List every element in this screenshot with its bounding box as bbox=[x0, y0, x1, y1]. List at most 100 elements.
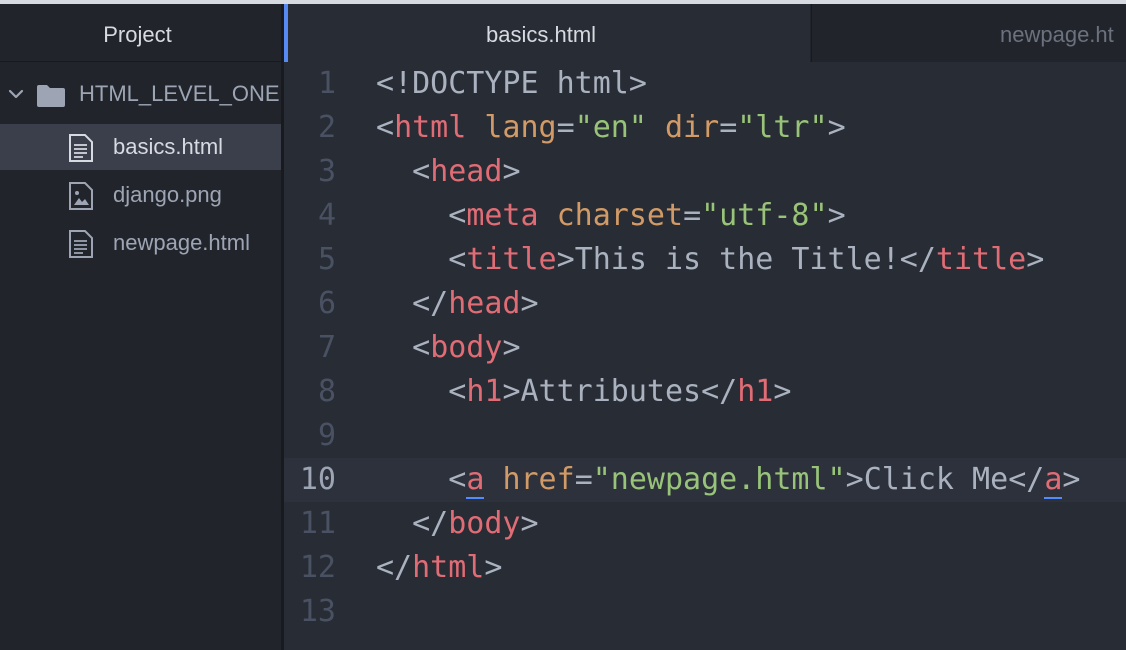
code-line[interactable]: 12 </html> bbox=[284, 546, 1126, 590]
code-string: "newpage.html" bbox=[592, 462, 846, 497]
tree-root-folder[interactable]: HTML_LEVEL_ONE bbox=[0, 72, 281, 116]
file-item[interactable]: django.png bbox=[0, 172, 281, 218]
code-punctuation: < bbox=[376, 66, 395, 101]
code-tag-name: meta bbox=[466, 198, 539, 233]
code-line[interactable]: 7 <body> bbox=[284, 326, 1126, 370]
code-punctuation: > bbox=[520, 506, 539, 541]
code-punctuation: </ bbox=[1008, 462, 1045, 497]
code-punctuation: </ bbox=[899, 242, 936, 277]
code-punctuation: > bbox=[845, 462, 864, 497]
code-content: <head> bbox=[376, 154, 520, 189]
file-label: django.png bbox=[113, 182, 222, 207]
code-punctuation: < bbox=[376, 330, 431, 365]
line-number: 10 bbox=[299, 462, 336, 497]
code-content: </body> bbox=[376, 506, 539, 541]
code-line[interactable]: 6 </head> bbox=[284, 282, 1126, 326]
code-punctuation: </ bbox=[701, 374, 738, 409]
line-number: 3 bbox=[317, 154, 336, 189]
code-tag-name: html bbox=[394, 110, 467, 145]
code-content: <a href="newpage.html">Click Me</a> bbox=[376, 462, 1081, 499]
code-punctuation: > bbox=[773, 374, 792, 409]
code-attribute: href bbox=[502, 462, 575, 497]
code-attribute: dir bbox=[665, 110, 720, 145]
code-punctuation: = bbox=[683, 198, 702, 233]
line-number: 4 bbox=[317, 198, 336, 233]
code-punctuation: = bbox=[719, 110, 738, 145]
code-tag-name: title bbox=[466, 242, 557, 277]
line-number: 11 bbox=[299, 506, 336, 541]
file-label: newpage.html bbox=[113, 230, 250, 255]
code-line[interactable]: 3 <head> bbox=[284, 150, 1126, 194]
code-punctuation: > bbox=[628, 66, 647, 101]
code-line[interactable]: 4 <meta charset="utf-8"> bbox=[284, 194, 1126, 238]
code-line[interactable]: 8 <h1>Attributes</h1> bbox=[284, 370, 1126, 414]
code-punctuation bbox=[484, 462, 502, 497]
code-line[interactable]: 10 <a href="newpage.html">Click Me</a> bbox=[284, 458, 1126, 502]
line-number: 9 bbox=[317, 418, 336, 453]
code-punctuation bbox=[539, 198, 557, 233]
code-tag-name: html bbox=[412, 550, 485, 585]
code-line[interactable]: 2 <html lang="en" dir="ltr"> bbox=[284, 106, 1126, 150]
code-punctuation: > bbox=[484, 550, 503, 585]
code-content: <title>This is the Title!</title> bbox=[376, 242, 1044, 277]
code-line[interactable]: 5 <title>This is the Title!</title> bbox=[284, 238, 1126, 282]
code-punctuation: < bbox=[376, 374, 467, 409]
file-item[interactable]: newpage.html bbox=[0, 220, 281, 266]
code-punctuation: > bbox=[556, 242, 575, 277]
code-line[interactable]: 1 <!DOCTYPE html> bbox=[284, 62, 1126, 106]
tab-basics-html[interactable]: basics.html bbox=[284, 4, 810, 62]
code-tag-name: a bbox=[466, 462, 485, 499]
line-number: 8 bbox=[317, 374, 336, 409]
code-punctuation: < bbox=[376, 462, 467, 497]
code-punctuation: > bbox=[827, 110, 846, 145]
chevron-down-icon[interactable] bbox=[6, 84, 26, 104]
root-folder-label: HTML_LEVEL_ONE bbox=[79, 81, 280, 106]
code-punctuation: > bbox=[1026, 242, 1045, 277]
code-punctuation: < bbox=[376, 242, 467, 277]
code-tag-name: a bbox=[1044, 462, 1063, 499]
code-punctuation: > bbox=[520, 286, 539, 321]
line-number: 6 bbox=[317, 286, 336, 321]
code-punctuation: = bbox=[574, 462, 593, 497]
project-panel-title: Project bbox=[103, 22, 172, 47]
project-panel-tab[interactable]: Project bbox=[0, 4, 281, 62]
line-number: 13 bbox=[299, 594, 336, 629]
tab-newpage-html[interactable]: newpage.ht bbox=[811, 4, 1126, 62]
code-attribute: charset bbox=[556, 198, 684, 233]
tab-label: newpage.ht bbox=[1000, 22, 1114, 47]
line-number: 7 bbox=[317, 330, 336, 365]
code-punctuation: < bbox=[376, 154, 431, 189]
code-line[interactable]: 13 bbox=[284, 590, 1126, 634]
code-punctuation: > bbox=[827, 198, 846, 233]
code-punctuation bbox=[466, 110, 484, 145]
code-doctype: !DOCTYPE html bbox=[394, 66, 629, 101]
code-line[interactable]: 9 bbox=[284, 414, 1126, 458]
code-punctuation: </ bbox=[376, 550, 413, 585]
code-punctuation: > bbox=[1062, 462, 1081, 497]
code-text: Click Me bbox=[863, 462, 1009, 497]
file-item[interactable]: basics.html bbox=[0, 124, 281, 170]
code-punctuation: </ bbox=[376, 506, 449, 541]
code-punctuation: > bbox=[502, 330, 521, 365]
code-line[interactable]: 11 </body> bbox=[284, 502, 1126, 546]
code-tag-name: h1 bbox=[737, 374, 774, 409]
code-string: "ltr" bbox=[737, 110, 828, 145]
file-label: basics.html bbox=[113, 134, 224, 159]
line-number: 5 bbox=[317, 242, 336, 277]
code-content: <!DOCTYPE html> bbox=[376, 66, 647, 101]
code-tag-name: h1 bbox=[466, 374, 503, 409]
code-content: <h1>Attributes</h1> bbox=[376, 374, 791, 409]
tab-bar: basics.html newpage.ht bbox=[284, 4, 1126, 62]
code-tag-name: title bbox=[935, 242, 1027, 277]
line-number: 12 bbox=[299, 550, 336, 585]
code-content: <html lang="en" dir="ltr"> bbox=[376, 110, 846, 145]
code-content: <body> bbox=[376, 330, 521, 365]
line-number: 1 bbox=[317, 66, 336, 101]
code-attribute: lang bbox=[484, 110, 557, 145]
line-number: 2 bbox=[317, 110, 336, 145]
file-text-icon bbox=[69, 230, 93, 258]
file-text-icon bbox=[69, 134, 93, 162]
code-text: Attributes bbox=[520, 374, 702, 409]
code-editor[interactable]: 1 <!DOCTYPE html> 2 <html lang="en" dir="lt… bbox=[284, 62, 1126, 650]
code-punctuation: </ bbox=[376, 286, 449, 321]
